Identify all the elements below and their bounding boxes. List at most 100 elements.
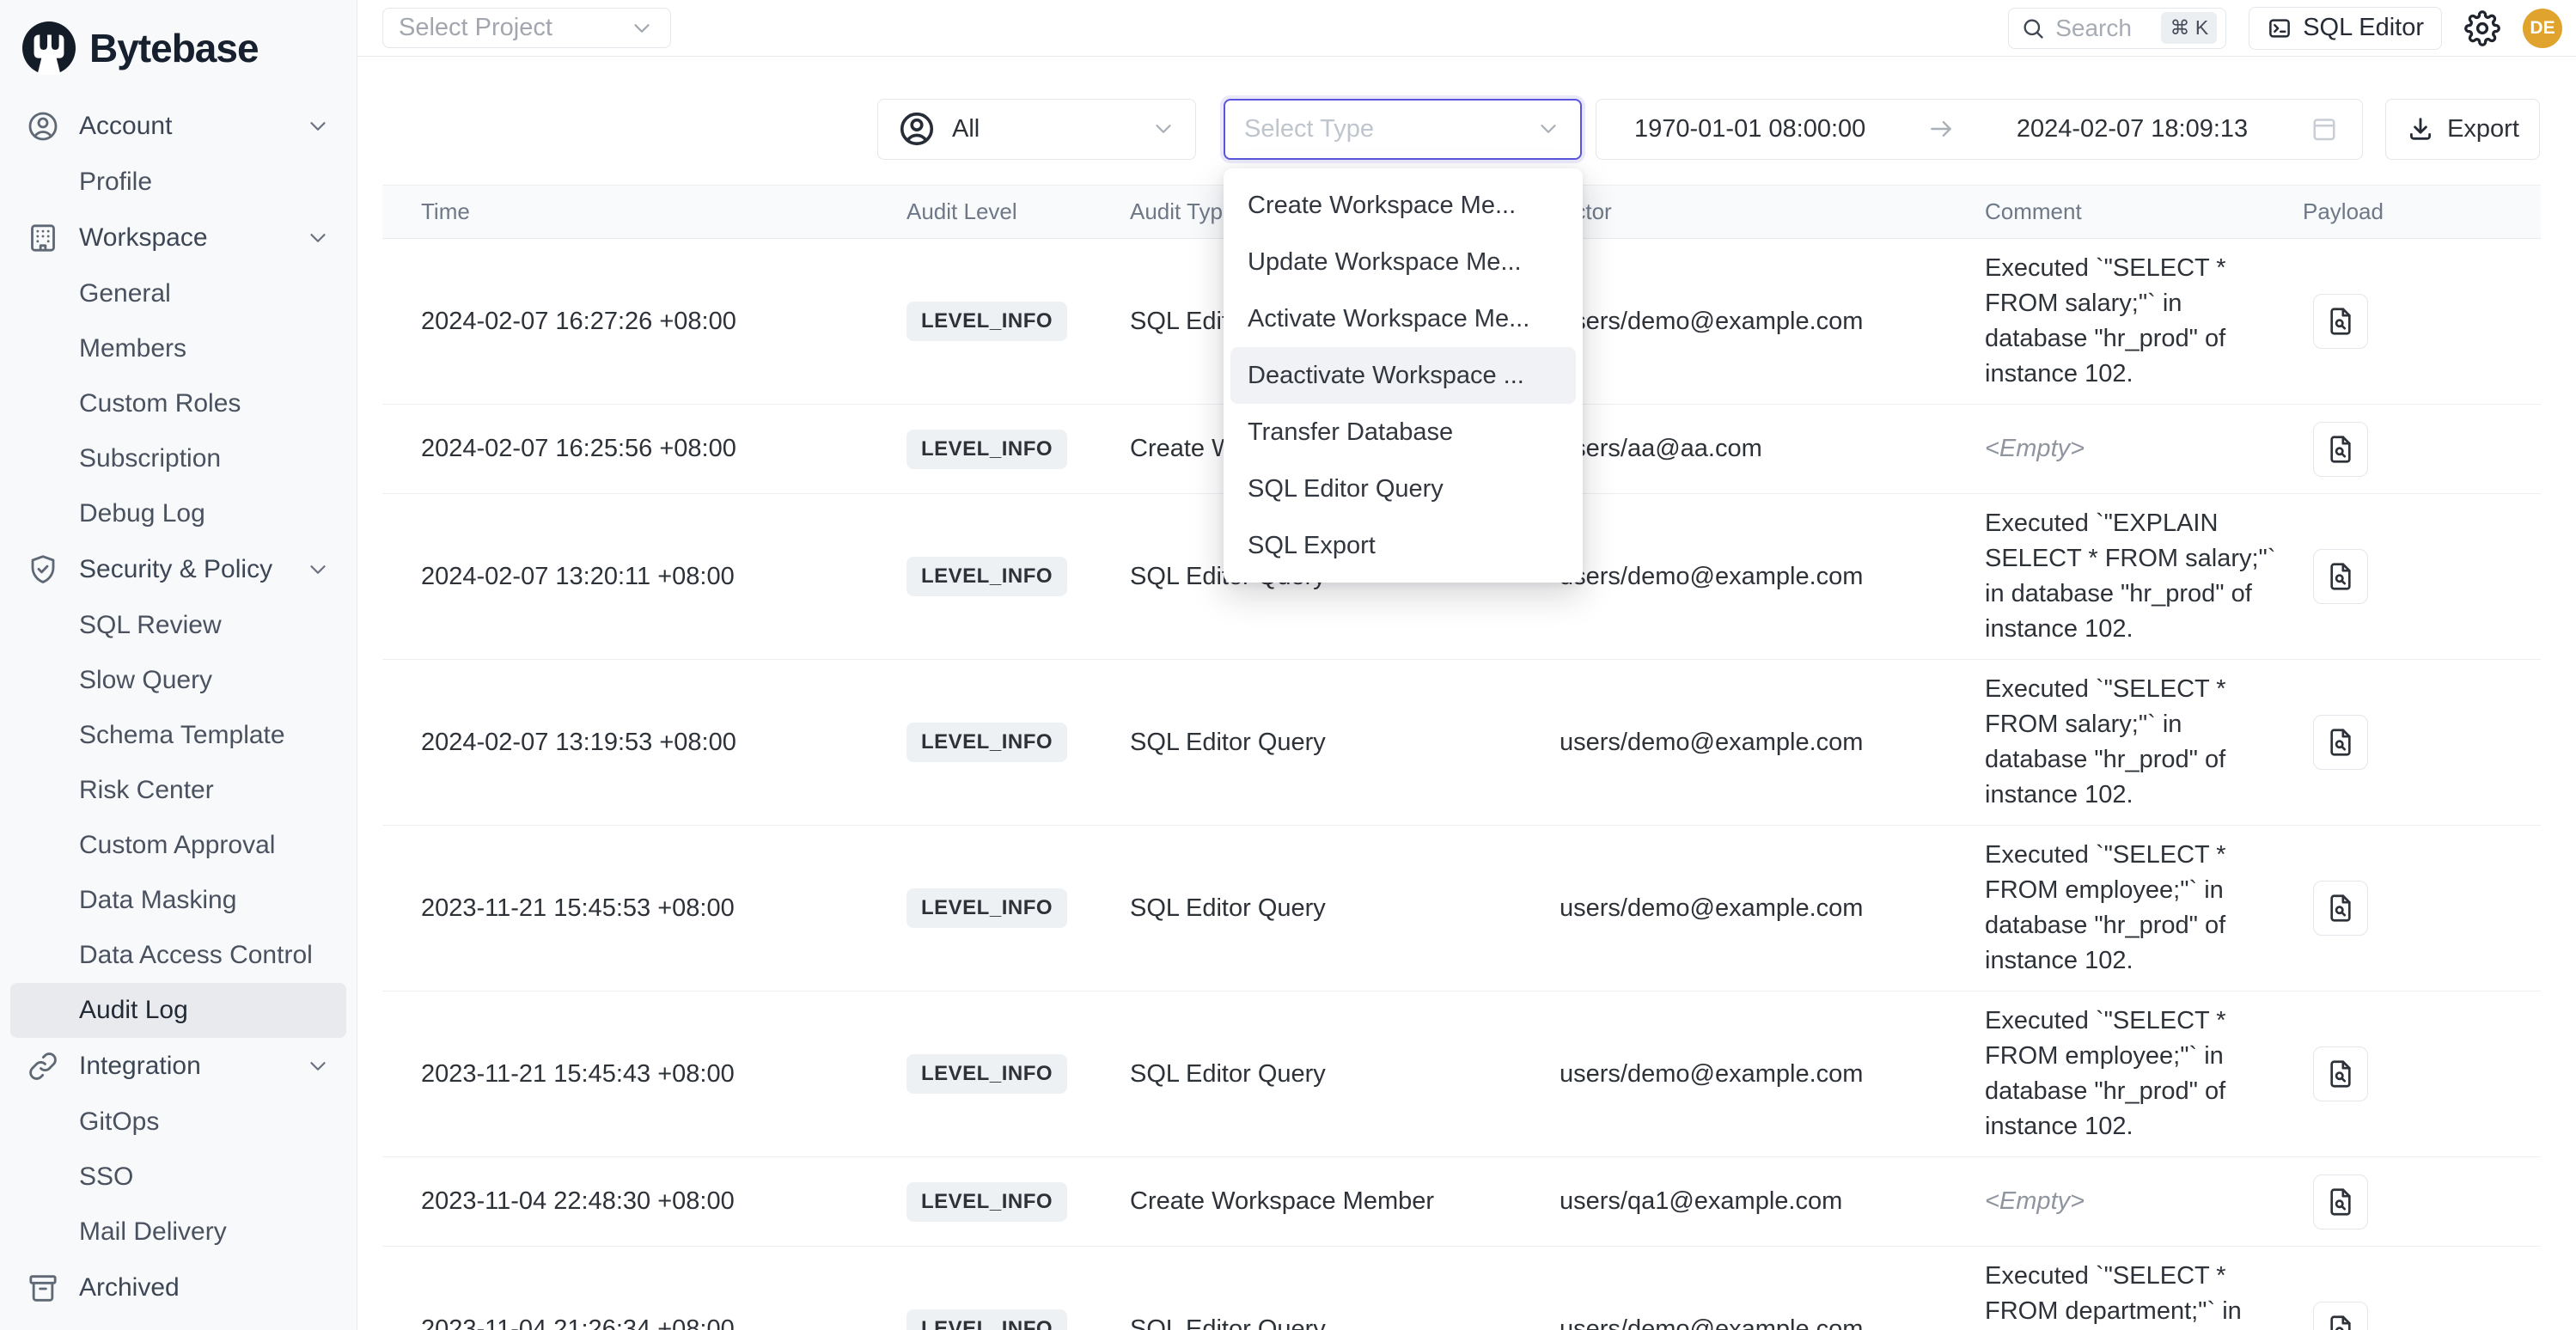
cell-comment: <Empty> [1985,419,2303,479]
chevron-down-icon [305,225,331,251]
project-select[interactable]: Select Project [382,8,671,48]
payload-view-button[interactable] [2313,422,2368,477]
sidebar-item-data-masking[interactable]: Data Masking [10,873,346,928]
app-logo: Bytebase [0,0,357,84]
sql-editor-label: SQL Editor [2303,14,2424,42]
cell-comment: Executed `"EXPLAIN SELECT * FROM salary;… [1985,494,2303,659]
export-label: Export [2447,115,2519,143]
cell-time: 2024-02-07 13:20:11 +08:00 [382,563,906,591]
sidebar-item-debug-log[interactable]: Debug Log [10,486,346,541]
dropdown-option-transfer-database[interactable]: Transfer Database [1230,404,1576,461]
sidebar-item-profile[interactable]: Profile [10,155,346,210]
date-range-start[interactable]: 1970-01-01 08:00:00 [1634,115,1865,143]
sidebar-item-account[interactable]: Account [10,98,346,155]
avatar-initials: DE [2530,18,2555,39]
bytebase-logo-icon [22,21,76,75]
table-row: 2023-11-04 22:48:30 +08:00LEVEL_INFOCrea… [382,1157,2541,1247]
sql-editor-button[interactable]: SQL Editor [2249,7,2442,50]
cell-time: 2023-11-04 22:48:30 +08:00 [382,1187,906,1216]
topbar: Select Project Search ⌘ K SQL [357,0,2576,57]
search-icon [2021,16,2045,40]
project-select-placeholder: Select Project [399,14,552,42]
cell-audit-level: LEVEL_INFO [906,302,1130,341]
cell-audit-level: LEVEL_INFO [906,888,1130,928]
sidebar-item-sql-review[interactable]: SQL Review [10,598,346,653]
app-window: Bytebase AccountProfileWorkspaceGeneralM… [0,0,2576,1330]
sidebar-item-risk-center[interactable]: Risk Center [10,763,346,818]
dropdown-option-create-workspace-me[interactable]: Create Workspace Me... [1230,177,1576,234]
cell-audit-type: SQL Editor Query [1130,894,1560,923]
cell-comment: Executed `"SELECT * FROM salary;"` in da… [1985,660,2303,825]
payload-view-button[interactable] [2313,881,2368,936]
sidebar: Bytebase AccountProfileWorkspaceGeneralM… [0,0,357,1330]
payload-view-button[interactable] [2313,1174,2368,1229]
sidebar-item-general[interactable]: General [10,266,346,321]
audit-level-badge: LEVEL_INFO [906,1309,1067,1330]
avatar[interactable]: DE [2523,9,2562,48]
sidebar-item-label: Workspace [79,223,208,253]
payload-view-button[interactable] [2313,1046,2368,1101]
dropdown-option-sql-export[interactable]: SQL Export [1230,517,1576,574]
link-icon [26,1049,60,1083]
dropdown-option-activate-workspace-me[interactable]: Activate Workspace Me... [1230,290,1576,347]
sidebar-item-label: Profile [79,168,152,197]
sidebar-item-custom-roles[interactable]: Custom Roles [10,376,346,431]
sidebar-item-label: GitOps [79,1107,159,1137]
sidebar-item-security-policy[interactable]: Security & Policy [10,541,346,598]
date-range-end[interactable]: 2024-02-07 18:09:13 [2017,115,2248,143]
cell-audit-level: LEVEL_INFO [906,430,1130,469]
sidebar-item-members[interactable]: Members [10,321,346,376]
table-row: 2023-11-21 15:45:43 +08:00LEVEL_INFOSQL … [382,991,2541,1157]
payload-view-button[interactable] [2313,549,2368,604]
sidebar-item-subscription[interactable]: Subscription [10,431,346,486]
export-button[interactable]: Export [2385,99,2540,160]
sidebar-item-gitops[interactable]: GitOps [10,1095,346,1150]
gear-icon[interactable] [2464,10,2500,46]
actor-filter-value: All [952,115,980,143]
cell-time: 2024-02-07 13:19:53 +08:00 [382,729,906,757]
terminal-icon [2267,15,2292,41]
type-filter-select[interactable]: Select Type [1224,99,1582,160]
sidebar-item-label: Custom Roles [79,389,241,418]
dropdown-option-update-workspace-me[interactable]: Update Workspace Me... [1230,234,1576,290]
chevron-down-icon [305,557,331,583]
cell-time: 2024-02-07 16:25:56 +08:00 [382,435,906,463]
actor-filter-select[interactable]: All [877,99,1196,160]
audit-level-badge: LEVEL_INFO [906,723,1067,762]
cell-time: 2024-02-07 16:27:26 +08:00 [382,308,906,336]
dropdown-option-deactivate-workspace[interactable]: Deactivate Workspace ... [1230,347,1576,404]
cell-audit-level: LEVEL_INFO [906,723,1130,762]
audit-level-badge: LEVEL_INFO [906,430,1067,469]
archive-icon [26,1271,60,1305]
sidebar-item-integration[interactable]: Integration [10,1038,346,1095]
sidebar-item-slow-query[interactable]: Slow Query [10,653,346,708]
search-input[interactable]: Search ⌘ K [2008,8,2226,49]
sidebar-item-mail-delivery[interactable]: Mail Delivery [10,1205,346,1260]
dropdown-option-sql-editor-query[interactable]: SQL Editor Query [1230,461,1576,517]
search-placeholder: Search [2055,15,2132,42]
sidebar-item-workspace[interactable]: Workspace [10,210,346,266]
sidebar-item-archived[interactable]: Archived [10,1260,346,1316]
cell-payload [2303,294,2541,349]
file-search-icon [2324,305,2357,338]
column-header-audit-level: Audit Level [906,198,1130,225]
file-search-icon [2324,1058,2357,1090]
date-range-picker[interactable]: 1970-01-01 08:00:00 2024-02-07 18:09:13 [1596,99,2363,160]
payload-view-button[interactable] [2313,294,2368,349]
chevron-down-icon [305,113,331,139]
sidebar-item-custom-approval[interactable]: Custom Approval [10,818,346,873]
sidebar-item-schema-template[interactable]: Schema Template [10,708,346,763]
cell-comment: Executed `"SELECT * FROM salary;"` in da… [1985,239,2303,404]
building-icon [26,221,60,255]
payload-view-button[interactable] [2313,1302,2368,1330]
sidebar-item-sso[interactable]: SSO [10,1150,346,1205]
calendar-icon [2309,113,2340,144]
sidebar-item-data-access-control[interactable]: Data Access Control [10,928,346,983]
sidebar-item-label: Integration [79,1052,201,1081]
file-search-icon [2324,1186,2357,1218]
payload-view-button[interactable] [2313,715,2368,770]
sidebar-item-audit-log[interactable]: Audit Log [10,983,346,1038]
sidebar-item-label: Data Access Control [79,941,313,970]
cell-actor: users/demo@example.com [1560,1315,1985,1330]
sidebar-item-label: Debug Log [79,499,205,528]
